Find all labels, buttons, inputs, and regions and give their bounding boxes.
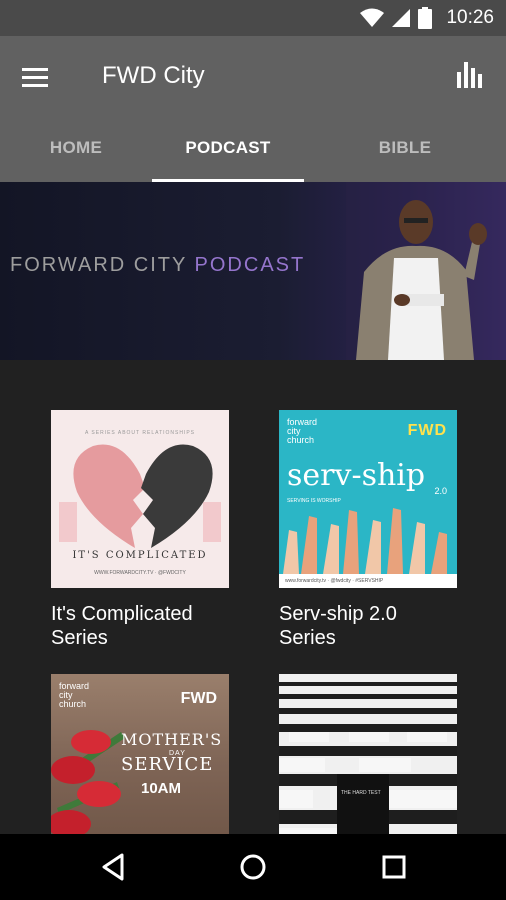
- series-artwork[interactable]: forward city church FWD MOTHER'S DAY SER…: [51, 674, 229, 834]
- art-version: 2.0: [434, 486, 447, 496]
- tab-home[interactable]: HOME: [0, 128, 152, 182]
- series-title-line2: Series: [279, 627, 336, 649]
- art-title: serv-ship: [287, 458, 426, 493]
- system-nav-bar: [0, 834, 506, 900]
- series-card-serv-ship[interactable]: forward city church FWD serv-ship 2.0 SE…: [279, 410, 457, 650]
- status-bar: 10:26: [0, 0, 506, 36]
- battery-icon: [418, 7, 433, 29]
- series-artwork[interactable]: A SERIES ABOUT RELATIONSHIPS IT'S COMPLI…: [51, 410, 229, 588]
- wifi-icon: [360, 8, 385, 27]
- brand-line: church: [287, 435, 315, 445]
- screen: 10:26 FWD City HOME PODCAST BIBLE FORWAR…: [0, 0, 506, 900]
- podcast-banner: FORWARD CITY PODCAST: [0, 182, 506, 360]
- exam-desks-photo: [279, 674, 457, 834]
- home-circle-icon[interactable]: [237, 851, 269, 883]
- series-title-line1: Serv-ship 2.0: [279, 603, 397, 625]
- banner-title-main: FORWARD CITY: [10, 254, 187, 276]
- app-title: FWD City: [102, 62, 205, 89]
- series-title-line2: Series: [51, 627, 108, 649]
- speaker-photo: [346, 182, 506, 360]
- art-line1: MOTHER'S: [121, 730, 223, 749]
- art-headline: IT'S COMPLICATED: [72, 550, 208, 561]
- series-grid: A SERIES ABOUT RELATIONSHIPS IT'S COMPLI…: [0, 360, 506, 834]
- recents-square-icon[interactable]: [378, 851, 410, 883]
- hamburger-menu-icon[interactable]: [22, 60, 56, 94]
- art-line3: SERVICE: [121, 754, 214, 775]
- fwd-logo: FWD: [180, 690, 217, 707]
- back-triangle-icon[interactable]: [98, 851, 130, 883]
- art-footer: WWW.FORWARDCITY.TV · @FWDCITY: [94, 570, 186, 576]
- series-artwork[interactable]: THE HARD TEST: [279, 674, 457, 834]
- art-footer: www.forwardcity.tv · @fwdcity · #SERVSHI…: [279, 574, 457, 588]
- tab-bible[interactable]: BIBLE: [304, 128, 506, 182]
- series-title-line1: It's Complicated: [51, 603, 193, 625]
- series-title[interactable]: Serv-ship 2.0 Series: [279, 602, 457, 650]
- tab-bar: HOME PODCAST BIBLE: [0, 128, 506, 182]
- art-line4: 10AM: [141, 780, 182, 797]
- sign-text: THE HARD TEST: [341, 790, 381, 796]
- raised-hands-icon: [283, 508, 447, 574]
- bar-chart-icon[interactable]: [454, 58, 488, 92]
- series-card-mothers-day[interactable]: forward city church FWD MOTHER'S DAY SER…: [51, 674, 229, 834]
- status-time: 10:26: [446, 7, 494, 28]
- brand-line: church: [59, 699, 87, 709]
- series-title[interactable]: It's Complicated Series: [51, 602, 229, 650]
- app-bar: FWD City HOME PODCAST BIBLE: [0, 36, 506, 182]
- banner-title: FORWARD CITY PODCAST: [10, 254, 305, 277]
- tulips-icon: [51, 730, 125, 834]
- tab-podcast[interactable]: PODCAST: [152, 128, 304, 182]
- series-artwork[interactable]: forward city church FWD serv-ship 2.0 SE…: [279, 410, 457, 588]
- art-brand: forward city church: [287, 418, 317, 445]
- art-brand: forward city church: [59, 682, 89, 709]
- series-card-hard-test[interactable]: THE HARD TEST: [279, 674, 457, 834]
- status-icons: 10:26: [360, 6, 494, 30]
- fwd-logo: FWD: [407, 422, 447, 439]
- broken-heart-icon: [59, 444, 221, 548]
- cell-signal-icon: [392, 9, 411, 27]
- series-card-its-complicated[interactable]: A SERIES ABOUT RELATIONSHIPS IT'S COMPLI…: [51, 410, 229, 650]
- banner-title-accent: PODCAST: [194, 254, 306, 276]
